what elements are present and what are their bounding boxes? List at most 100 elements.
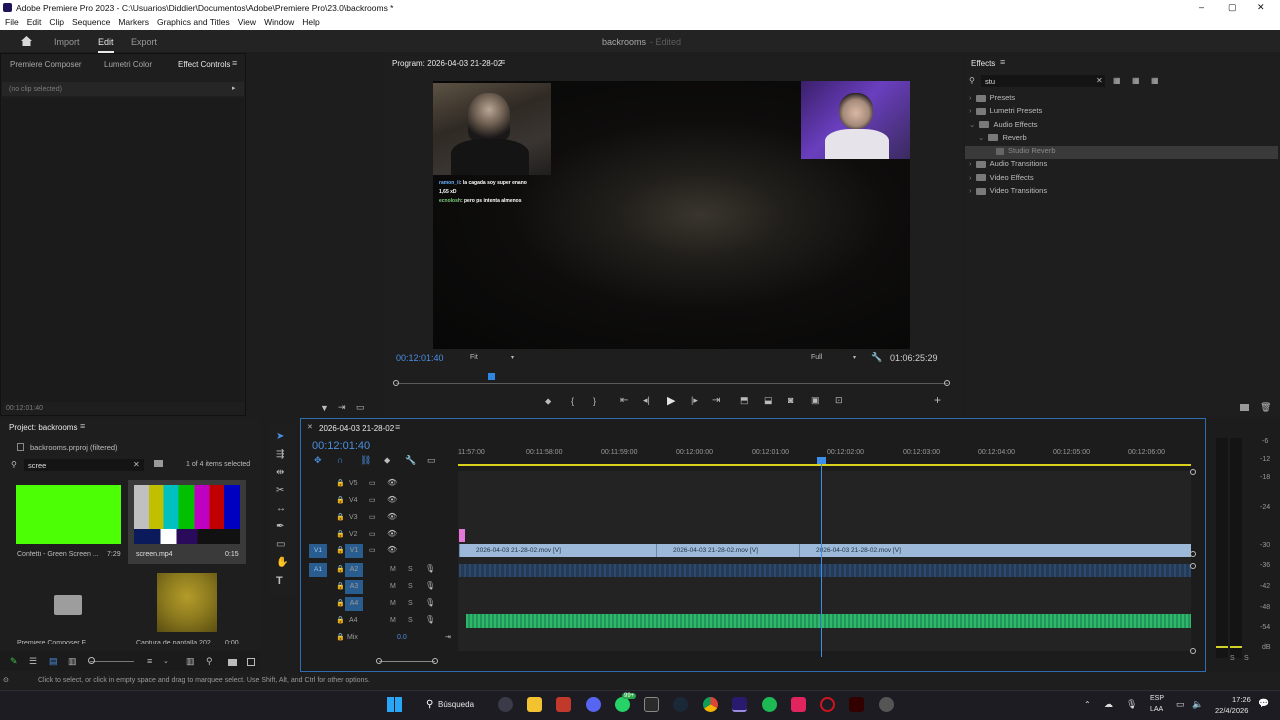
tab-premiere-composer[interactable]: Premiere Composer (10, 60, 82, 69)
v-scroll-mid[interactable] (1190, 551, 1196, 557)
list-view-icon[interactable]: ☰ (29, 656, 37, 667)
close-sequence-icon[interactable]: ✕ (307, 423, 313, 431)
ripple-edit-tool-icon[interactable]: ⇹ (276, 467, 284, 478)
scrub-end-handle[interactable] (944, 380, 950, 386)
tray-lang[interactable]: ESP (1150, 695, 1164, 702)
work-area-bar[interactable] (458, 464, 1191, 466)
new-bin-button[interactable] (228, 659, 237, 666)
epic-icon[interactable] (644, 697, 659, 712)
timeline-settings-icon[interactable]: 🔧 (405, 455, 416, 466)
camera-icon[interactable]: ◙ (788, 395, 793, 405)
spotify-icon[interactable] (762, 697, 777, 712)
step-back-icon[interactable]: ◂| (643, 395, 650, 406)
vr-icon[interactable]: ⊡ (835, 395, 843, 406)
source-patch-v1[interactable]: V1 (309, 544, 327, 558)
tray-cloud-icon[interactable]: ☁ (1104, 699, 1113, 710)
tab-export[interactable]: Export (131, 37, 157, 47)
menu-sequence[interactable]: Sequence (72, 15, 110, 30)
video-clip-1[interactable]: 2026-04-03 21-28-02.mov [V] (459, 544, 656, 557)
tray-network-icon[interactable]: ▭ (1176, 699, 1185, 710)
freeform-view-icon[interactable]: ▥ (68, 656, 77, 667)
yuv-effects-icon[interactable]: ▦ (1151, 76, 1159, 85)
zoom-slider[interactable] (90, 661, 134, 662)
captions-icon[interactable]: ▭ (427, 455, 436, 466)
tree-item-studio-reverb[interactable]: Studio Reverb (965, 146, 1278, 160)
tree-item-audio-transitions[interactable]: › Audio Transitions (965, 159, 1278, 172)
rectangle-tool-icon[interactable]: ▭ (276, 539, 285, 550)
h-scrollbar[interactable] (379, 661, 435, 662)
tray-volume-icon[interactable]: 🔈 (1192, 699, 1203, 710)
tree-item-reverb[interactable]: ⌄ Reverb (965, 133, 1278, 146)
program-scrub-bar[interactable] (396, 383, 948, 384)
snap-icon[interactable]: ∩ (337, 455, 343, 465)
pen-tool-icon[interactable]: ✒ (276, 521, 284, 532)
effects-search-input[interactable]: stu (981, 75, 1105, 87)
clip-icon[interactable]: ▭ (356, 402, 365, 413)
tray-mic-icon[interactable]: 🎙 (1126, 699, 1137, 710)
new-search-bin-icon[interactable] (154, 460, 163, 467)
add-button-icon[interactable]: + (934, 393, 941, 407)
scrub-start-handle[interactable] (393, 380, 399, 386)
v-scroll-bottom[interactable] (1190, 648, 1196, 654)
eye-icon[interactable]: 👁 (387, 529, 397, 538)
home-icon[interactable] (20, 35, 33, 47)
razor-tool-icon[interactable]: ✂ (276, 485, 284, 496)
illustrator-icon[interactable] (849, 697, 864, 712)
project-clear-search-icon[interactable]: ✕ (133, 460, 140, 469)
mic-icon[interactable]: 🎙 (425, 581, 435, 590)
eye-icon[interactable]: 👁 (387, 512, 397, 521)
type-tool-icon[interactable]: T (276, 575, 283, 587)
program-timecode[interactable]: 00:12:01:40 (396, 353, 444, 363)
new-item-button[interactable] (247, 658, 255, 666)
menu-window[interactable]: Window (264, 15, 294, 30)
step-forward-icon[interactable]: |▸ (691, 395, 698, 406)
mark-in-icon[interactable]: { (571, 396, 574, 406)
v2-marker-clip[interactable] (459, 529, 465, 542)
h-scroll-left[interactable] (376, 658, 382, 664)
project-menu-icon[interactable]: ≡ (80, 421, 85, 431)
h-scroll-right[interactable] (432, 658, 438, 664)
menu-markers[interactable]: Markers (118, 15, 149, 30)
tree-item-presets[interactable]: › Presets (965, 93, 1278, 106)
accelerated-effects-icon[interactable]: ▦ (1113, 76, 1121, 85)
tray-chevron-icon[interactable]: ⌃ (1084, 700, 1091, 709)
32bit-effects-icon[interactable]: ▦ (1132, 76, 1140, 85)
add-marker-icon[interactable]: ⬥ (545, 396, 551, 407)
slip-tool-icon[interactable]: ↔ (276, 503, 286, 514)
mic-icon[interactable]: 🎙 (425, 564, 435, 573)
delete-icon[interactable]: 🗑 (1260, 402, 1271, 413)
tab-edit[interactable]: Edit (98, 37, 114, 53)
export-frame-icon[interactable]: ⇥ (338, 402, 346, 413)
fit-chevron-icon[interactable]: ▾ (511, 354, 514, 361)
video-clip-2[interactable]: 2026-04-03 21-28-02.mov [V] (656, 544, 799, 557)
maximize-button[interactable]: ▢ (1228, 2, 1237, 13)
copilot-icon[interactable] (498, 697, 513, 712)
video-clip-3[interactable]: 2026-04-03 21-28-02.mov [V] (799, 544, 1191, 557)
mark-out-icon[interactable]: } (593, 396, 596, 406)
effects-menu-icon[interactable]: ≡ (1000, 57, 1005, 67)
tab-import[interactable]: Import (54, 37, 80, 47)
audio-clip-a4[interactable] (466, 614, 1191, 628)
selection-tool-icon[interactable]: ➤ (276, 431, 284, 442)
project-search-input[interactable]: scree (24, 459, 144, 471)
go-to-in-icon[interactable]: ⇤ (620, 395, 628, 406)
sequence-tab[interactable]: 2026-04-03 21-28-02 (319, 424, 394, 433)
tab-effect-controls[interactable]: Effect Controls (178, 60, 230, 69)
tree-item-lumetri-presets[interactable]: › Lumetri Presets (965, 106, 1278, 119)
timeline-playhead[interactable] (821, 459, 822, 657)
tray-notifications-icon[interactable]: 💬 (1258, 698, 1269, 709)
pencil-icon[interactable]: ✎ (10, 656, 18, 667)
quality-dropdown[interactable]: Full (811, 354, 822, 361)
timeline-playhead-head[interactable] (817, 457, 826, 464)
menu-help[interactable]: Help (302, 15, 319, 30)
thumb-captura[interactable] (157, 573, 217, 632)
sort-icon[interactable]: ≡ (147, 656, 152, 666)
explorer-icon[interactable] (527, 697, 542, 712)
chrome-icon[interactable] (703, 697, 718, 712)
menu-clip[interactable]: Clip (49, 15, 64, 30)
mic-icon[interactable]: 🎙 (425, 615, 435, 624)
filter-funnel-icon[interactable]: ▼ (320, 403, 329, 413)
automate-icon[interactable]: ▥ (186, 656, 195, 667)
meter-solo-left[interactable]: S (1230, 655, 1235, 662)
tree-item-video-transitions[interactable]: › Video Transitions (965, 186, 1278, 199)
